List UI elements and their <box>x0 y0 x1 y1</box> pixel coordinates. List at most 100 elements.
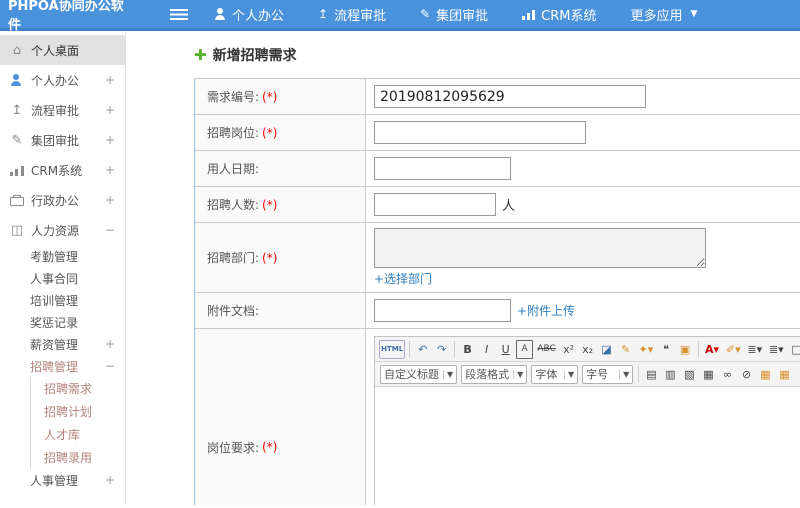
bold-button[interactable]: B <box>459 340 476 359</box>
briefcase-icon <box>10 194 24 206</box>
sidebar-item-recruit-demand[interactable]: 招聘需求 <box>30 377 125 400</box>
image-button[interactable]: ▦ <box>757 365 774 384</box>
nav-personal-office[interactable]: 个人办公 <box>214 5 284 24</box>
field-label: 招聘岗位: (*) <box>195 115 366 150</box>
form-row-job-requirements: 岗位要求: (*) HTML ↶ ↷ B I U A ABC x² x₂ ◪ ✎… <box>195 329 800 505</box>
paste-button[interactable]: ▣ <box>677 340 694 359</box>
sidebar-item-hr-contract[interactable]: 人事合同 <box>0 267 125 289</box>
sidebar-item-label: 流程审批 <box>31 103 80 118</box>
sidebar-item-label: 人力资源 <box>31 223 80 238</box>
person-icon <box>10 74 24 86</box>
required-marker: (*) <box>262 89 278 104</box>
align-center-button[interactable]: ▥ <box>662 365 679 384</box>
workflow-icon: ↥ <box>11 102 23 118</box>
editor-body[interactable] <box>375 387 800 505</box>
source-code-button[interactable]: HTML <box>379 339 406 359</box>
form-row-department: 招聘部门: (*) +选择部门 <box>195 223 800 293</box>
media-button[interactable]: ▮ <box>795 365 800 384</box>
sidebar-item-talent-pool[interactable]: 人才库 <box>30 423 125 446</box>
sidebar-item-label: CRM系统 <box>31 163 83 178</box>
select-department-link[interactable]: +选择部门 <box>374 270 432 287</box>
nav-workflow-approval[interactable]: ↥ 流程审批 <box>318 5 386 24</box>
quick-format-button[interactable]: ✦▾ <box>636 340 656 359</box>
sidebar-item-group-approval[interactable]: ✎ 集团审批 + <box>0 125 125 155</box>
align-left-button[interactable]: ▤ <box>643 365 660 384</box>
remove-format-button[interactable]: ◪ <box>598 340 615 359</box>
font-border-button[interactable]: A <box>516 339 534 359</box>
underline-button[interactable]: U <box>497 340 514 359</box>
page-title-text: 新增招聘需求 <box>212 48 297 64</box>
strikethrough-button[interactable]: ABC <box>535 340 558 359</box>
rich-text-editor: HTML ↶ ↷ B I U A ABC x² x₂ ◪ ✎ ✦▾ ❝ ▣ A▾… <box>374 336 800 505</box>
nav-label: 集团审批 <box>436 8 489 24</box>
required-marker: (*) <box>262 440 278 454</box>
hire-date-input[interactable] <box>374 157 511 180</box>
superscript-button[interactable]: x² <box>560 340 577 359</box>
position-input[interactable] <box>374 121 586 144</box>
sidebar-item-label: 个人办公 <box>31 73 80 88</box>
sidebar-item-human-resources[interactable]: ◫ 人力资源 − <box>0 215 125 245</box>
field-label: 需求编号: (*) <box>195 79 366 114</box>
align-right-button[interactable]: ▧ <box>681 365 698 384</box>
form-row-hire-date: 用人日期: <box>195 151 800 187</box>
paragraph-format-select[interactable]: 段落格式 ▼ <box>461 364 528 384</box>
sidebar-item-recruit-mgmt[interactable]: 招聘管理 − <box>0 355 125 377</box>
attachment-input[interactable] <box>374 299 511 322</box>
nav-crm-system[interactable]: CRM系统 <box>522 5 597 24</box>
nav-group-approval[interactable]: ✎ 集团审批 <box>420 5 488 24</box>
hamburger-menu-icon[interactable] <box>170 8 188 20</box>
sidebar-item-crm-system[interactable]: CRM系统 + <box>0 155 125 185</box>
sidebar-item-workflow-approval[interactable]: ↥ 流程审批 + <box>0 95 125 125</box>
sidebar-item-attendance-mgmt[interactable]: 考勤管理 <box>0 245 125 267</box>
required-marker: (*) <box>262 125 278 140</box>
book-icon: ◫ <box>10 222 24 238</box>
sidebar-item-training-mgmt[interactable]: 培训管理 <box>0 289 125 311</box>
font-family-select[interactable]: 字体 ▼ <box>531 364 579 384</box>
bar-chart-icon <box>522 8 536 20</box>
chevron-down-icon: ▼ <box>443 369 453 379</box>
align-justify-button[interactable]: ▦ <box>700 365 717 384</box>
sidebar-item-personnel-mgmt[interactable]: 人事管理 + <box>0 469 125 491</box>
redo-button[interactable]: ↷ <box>433 340 450 359</box>
recruit-demand-form: 需求编号: (*) 招聘岗位: (*) 用人日期: <box>194 78 800 505</box>
link-button[interactable]: ∞ <box>719 365 736 384</box>
custom-heading-select[interactable]: 自定义标题 ▼ <box>380 364 458 384</box>
department-textarea[interactable] <box>374 228 706 268</box>
nav-label: CRM系统 <box>541 8 597 24</box>
chevron-down-icon: ▼ <box>563 369 574 379</box>
new-page-button[interactable]: □ <box>788 340 800 359</box>
unlink-button[interactable]: ⊘ <box>738 365 755 384</box>
sidebar-item-personal-desktop[interactable]: ⌂ 个人桌面 <box>0 35 125 65</box>
font-size-select[interactable]: 字号 ▼ <box>582 364 634 384</box>
sidebar-item-recruit-plan[interactable]: 招聘计划 <box>30 400 125 423</box>
subscript-button[interactable]: x₂ <box>579 340 596 359</box>
bar-chart-icon <box>10 164 24 176</box>
sidebar-item-recruit-hire[interactable]: 招聘录用 <box>30 446 125 469</box>
unordered-list-button[interactable]: ≣▾ <box>767 340 787 359</box>
sidebar-item-reward-punishment[interactable]: 奖惩记录 <box>0 311 125 333</box>
nav-label: 个人办公 <box>232 8 285 24</box>
nav-more-apps[interactable]: 更多应用 ▼ <box>631 5 698 24</box>
nav-label: 流程审批 <box>334 8 387 24</box>
field-label: 招聘人数: (*) <box>195 187 366 222</box>
editor-toolbar-row1: HTML ↶ ↷ B I U A ABC x² x₂ ◪ ✎ ✦▾ ❝ ▣ A▾… <box>375 337 800 362</box>
sidebar-item-personal-office[interactable]: 个人办公 + <box>0 65 125 95</box>
font-color-button[interactable]: A▾ <box>703 340 722 359</box>
chevron-down-icon: ▼ <box>513 369 523 379</box>
top-header: PHPOA协同办公软件 个人办公 ↥ 流程审批 ✎ 集团审批 CRM系统 更多应… <box>0 0 800 33</box>
sidebar: ⌂ 个人桌面 个人办公 + ↥ 流程审批 + ✎ 集团审批 + CRM系统 + … <box>0 31 126 505</box>
italic-button[interactable]: I <box>478 340 495 359</box>
highlight-color-button[interactable]: ✐▾ <box>723 340 743 359</box>
format-brush-button[interactable]: ✎ <box>617 340 634 359</box>
undo-button[interactable]: ↶ <box>414 340 431 359</box>
sidebar-item-salary-mgmt[interactable]: 薪资管理 + <box>0 333 125 355</box>
blockquote-button[interactable]: ❝ <box>658 340 675 359</box>
demand-number-input[interactable] <box>374 85 646 108</box>
sidebar-item-admin-office[interactable]: 行政办公 + <box>0 185 125 215</box>
headcount-input[interactable] <box>374 193 496 216</box>
attachment-upload-link[interactable]: +附件上传 <box>517 302 575 319</box>
chevron-down-icon: ▼ <box>690 9 698 19</box>
ordered-list-button[interactable]: ≣▾ <box>745 340 765 359</box>
form-row-headcount: 招聘人数: (*) 人 <box>195 187 800 223</box>
image-upload-button[interactable]: ▦ <box>776 365 793 384</box>
